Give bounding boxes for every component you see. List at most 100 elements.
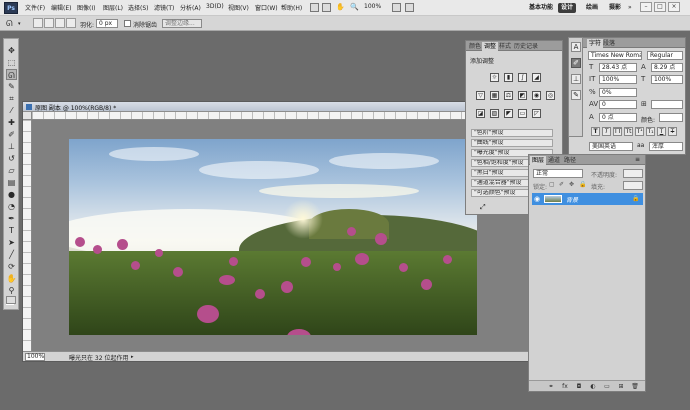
document-zoom-field[interactable]: 100% [25, 353, 45, 361]
tsume-field[interactable] [651, 100, 683, 109]
layer-row-background[interactable]: ◉ 背景 🔒 [532, 193, 643, 205]
lasso-tool-icon[interactable]: ᘏ [6, 69, 17, 80]
hand-icon[interactable]: ✋ [336, 3, 345, 11]
workspace-essentials[interactable]: 基本功能 [526, 3, 556, 13]
black-white-icon[interactable]: ◩ [518, 91, 527, 100]
add-selection-icon[interactable] [44, 18, 54, 28]
tool-presets-icon[interactable]: ✎ [571, 90, 581, 100]
canvas-image[interactable] [69, 139, 477, 335]
link-layers-icon[interactable]: ⚭ [547, 383, 555, 390]
underline-icon[interactable]: T [657, 127, 666, 136]
brightness-icon[interactable]: ☼ [490, 73, 499, 82]
ruler-origin[interactable] [23, 112, 32, 120]
faux-italic-icon[interactable]: T [602, 127, 611, 136]
workspace-design[interactable]: 设计 [558, 3, 577, 13]
small-caps-icon[interactable]: Tt [624, 127, 633, 136]
lock-paint-icon[interactable]: ✐ [559, 181, 564, 188]
menu-filter[interactable]: 滤镜(T) [154, 3, 174, 12]
menu-help[interactable]: 帮助(H) [281, 3, 302, 12]
baseline-shift-field[interactable]: 0 点 [599, 113, 637, 122]
shape-tool-icon[interactable]: ╱ [6, 249, 17, 260]
leading-field[interactable]: 8.29 点 [651, 63, 683, 72]
delete-layer-icon[interactable]: 🗑 [631, 383, 639, 390]
levels-icon[interactable]: ▮ [504, 73, 513, 82]
menu-analysis[interactable]: 分析(A) [180, 3, 201, 12]
brush-tool-icon[interactable]: ✐ [6, 129, 17, 140]
tool-preset-dropdown-icon[interactable]: ▾ [18, 21, 21, 27]
crop-tool-icon[interactable]: ⌗ [6, 93, 17, 104]
kerning-field[interactable]: 0 [599, 100, 637, 109]
exposure-icon[interactable]: ◢ [532, 73, 541, 82]
eraser-tool-icon[interactable]: ▱ [6, 165, 17, 176]
hue-saturation-icon[interactable]: ▦ [490, 91, 499, 100]
minimize-button[interactable]: – [640, 2, 652, 12]
menu-file[interactable]: 文件(F) [25, 3, 45, 12]
curves-icon[interactable]: ∫ [518, 73, 527, 82]
panel-expand-icon[interactable]: ⤢ [480, 203, 486, 212]
bridge-icon[interactable] [310, 3, 319, 12]
quick-select-tool-icon[interactable]: ✎ [6, 81, 17, 92]
eyedropper-tool-icon[interactable]: ⁄ [6, 105, 17, 116]
layer-name[interactable]: 背景 [566, 195, 578, 204]
menu-image[interactable]: 图像(I) [77, 3, 95, 12]
brush-panel-icon[interactable]: ✐ [571, 58, 581, 68]
blend-mode-select[interactable]: 正常 [533, 169, 583, 178]
tab-color[interactable]: 颜色 [467, 42, 483, 51]
antialias-select[interactable]: 浑厚 [649, 142, 683, 151]
all-caps-icon[interactable]: TT [613, 127, 622, 136]
font-size-field[interactable]: 28.43 点 [599, 63, 637, 72]
subscript-icon[interactable]: T₁ [646, 127, 655, 136]
photo-filter-icon[interactable]: ◉ [532, 91, 541, 100]
threshold-icon[interactable]: ◤ [504, 109, 513, 118]
feather-input[interactable]: 0 px [96, 19, 118, 28]
subtract-selection-icon[interactable] [55, 18, 65, 28]
character-panel-icon[interactable]: A [571, 42, 581, 52]
menu-3d[interactable]: 3D(D) [206, 3, 224, 10]
gradient-tool-icon[interactable]: ▤ [6, 177, 17, 188]
new-selection-icon[interactable] [33, 18, 43, 28]
intersect-selection-icon[interactable] [66, 18, 76, 28]
posterize-icon[interactable]: ▨ [490, 109, 499, 118]
menu-view[interactable]: 视图(V) [228, 3, 249, 12]
tab-adjustments[interactable]: 调整 [482, 42, 499, 51]
fill-field[interactable] [623, 181, 643, 190]
horizontal-scale-field[interactable]: 100% [651, 75, 683, 84]
type-tool-icon[interactable]: T [6, 225, 17, 236]
status-menu-icon[interactable]: ▸ [131, 354, 134, 360]
lock-all-icon[interactable]: 🔒 [579, 181, 586, 188]
menu-window[interactable]: 窗口(W) [255, 3, 278, 12]
color-balance-icon[interactable]: ⚖ [504, 91, 513, 100]
lasso-tool-icon[interactable]: ᘏ [6, 19, 13, 29]
tab-paths[interactable]: 路径 [562, 156, 578, 165]
new-layer-icon[interactable]: ⊞ [617, 383, 625, 390]
antialias-checkbox[interactable] [124, 20, 131, 27]
channel-mixer-icon[interactable]: ◎ [546, 91, 555, 100]
clone-source-icon[interactable]: ⊥ [571, 74, 581, 84]
maximize-button[interactable]: □ [654, 2, 666, 12]
lock-pixels-icon[interactable]: ▢ [549, 181, 555, 188]
tab-channels[interactable]: 通道 [546, 156, 562, 165]
selective-color-icon[interactable]: ◸ [532, 109, 541, 118]
refine-edge-button[interactable]: 调整边缘... [162, 19, 202, 28]
superscript-icon[interactable]: T¹ [635, 127, 644, 136]
tracking-field[interactable]: 0% [599, 88, 637, 97]
blur-tool-icon[interactable]: ● [6, 189, 17, 200]
path-select-icon[interactable]: ➤ [6, 237, 17, 248]
layer-mask-icon[interactable]: ◘ [575, 383, 583, 390]
menu-select[interactable]: 选择(S) [128, 3, 149, 12]
font-style-select[interactable]: Regular [647, 51, 683, 60]
zoom-icon[interactable]: 🔍 [350, 3, 359, 11]
horizontal-ruler[interactable] [32, 112, 529, 120]
vertical-ruler[interactable] [23, 120, 32, 351]
document-tab[interactable]: 原图 副本 @ 100%(RGB/8) * [23, 102, 529, 112]
tab-history[interactable]: 历史记录 [512, 42, 540, 51]
workspace-photography[interactable]: 摄影 [606, 3, 624, 13]
workspace-painting[interactable]: 绘画 [583, 3, 601, 13]
panel-menu-icon[interactable]: ≡ [635, 156, 640, 163]
opacity-field[interactable] [623, 169, 643, 178]
hand-tool-icon[interactable]: ✋ [6, 273, 17, 284]
zoom-tool-icon[interactable]: ⚲ [6, 285, 17, 296]
adjustment-layer-icon[interactable]: ◐ [589, 383, 597, 390]
dodge-tool-icon[interactable]: ◔ [6, 201, 17, 212]
pen-tool-icon[interactable]: ✒ [6, 213, 17, 224]
